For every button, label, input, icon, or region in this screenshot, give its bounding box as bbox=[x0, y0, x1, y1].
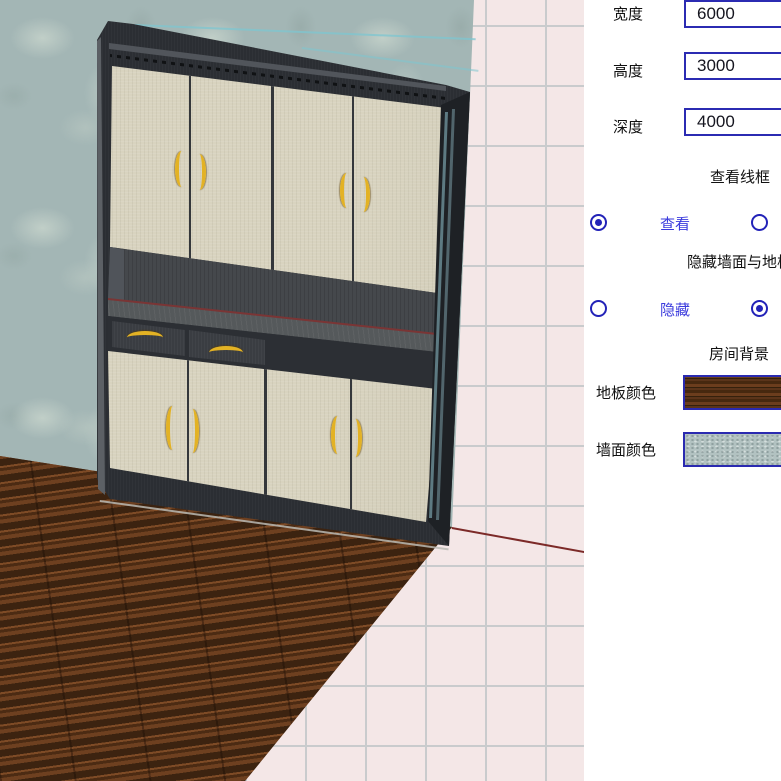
door-handle bbox=[357, 177, 370, 212]
room-background-title: 房间背景 bbox=[709, 343, 769, 364]
depth-label: 深度 bbox=[613, 116, 643, 137]
hide-section-title: 隐藏墙面与地板 bbox=[687, 251, 781, 272]
door-handle bbox=[340, 173, 353, 208]
floor-color-label: 地板颜色 bbox=[596, 382, 656, 403]
door-handle bbox=[166, 406, 179, 450]
drawer-handle bbox=[127, 331, 163, 344]
wireframe-view-radio[interactable] bbox=[590, 214, 607, 231]
hide-walls-radio[interactable] bbox=[590, 300, 607, 317]
room-3d-viewport[interactable] bbox=[0, 0, 584, 781]
hide-walls-label[interactable]: 隐藏 bbox=[660, 299, 690, 320]
wireframe-view-label[interactable]: 查看 bbox=[660, 213, 690, 234]
door-handle bbox=[186, 409, 199, 453]
door-handle bbox=[349, 419, 362, 457]
room-designer-app: { "panel": { "dimension_rows": [ {"label… bbox=[0, 0, 781, 781]
drawer-handle bbox=[209, 346, 243, 359]
door-handle bbox=[175, 151, 188, 187]
wall-color-label: 墙面颜色 bbox=[596, 439, 656, 460]
door-handle bbox=[193, 154, 206, 190]
show-walls-radio[interactable] bbox=[751, 300, 768, 317]
width-input[interactable] bbox=[684, 0, 781, 28]
height-input[interactable] bbox=[684, 52, 781, 80]
height-label: 高度 bbox=[613, 60, 643, 81]
wireframe-off-radio[interactable] bbox=[751, 214, 768, 231]
door-handle bbox=[331, 416, 344, 454]
floor-color-swatch[interactable] bbox=[683, 375, 781, 410]
wireframe-section-title: 查看线框 bbox=[710, 166, 770, 187]
settings-panel: 宽度 高度 深度 查看线框 查看 隐藏墙面与地板 隐藏 房间背景 地板颜色 墙面… bbox=[584, 0, 781, 781]
width-label: 宽度 bbox=[613, 3, 643, 24]
wall-color-swatch[interactable] bbox=[683, 432, 781, 467]
door-gap bbox=[352, 85, 354, 315]
depth-input[interactable] bbox=[684, 108, 781, 136]
